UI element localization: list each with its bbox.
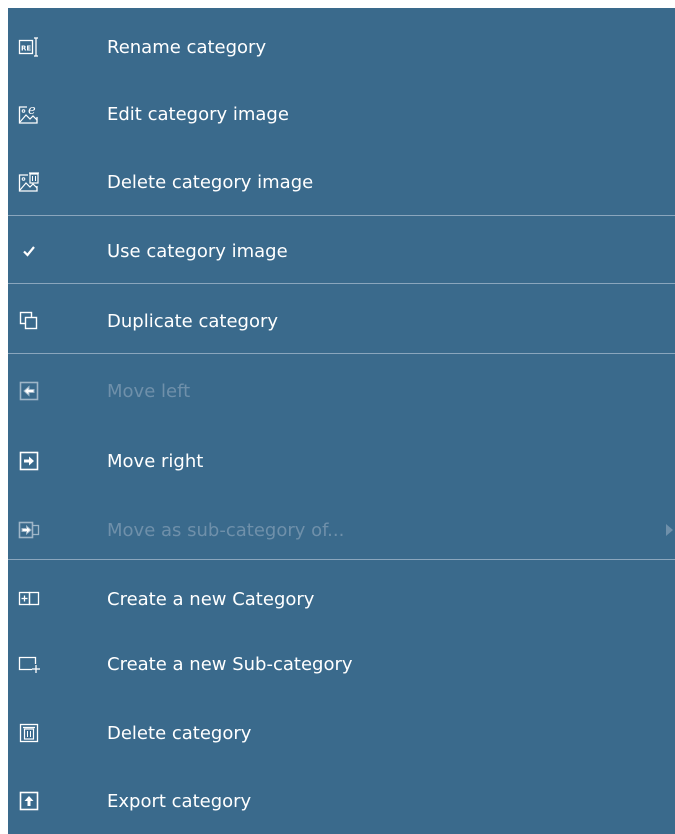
rename-icon: RE: [18, 36, 40, 58]
menu-item-label: Move right: [107, 450, 204, 472]
menu-item-move-left[interactable]: Move left: [8, 360, 675, 422]
menu-separator: [8, 215, 675, 216]
menu-item-label: Use category image: [107, 240, 288, 262]
menu-separator: [8, 353, 675, 354]
move-left-icon: [18, 380, 40, 402]
menu-item-use-category-image[interactable]: Use category image: [8, 220, 675, 282]
submenu-arrow-icon: [666, 524, 673, 536]
context-menu: RE Rename category e Edit category image: [8, 8, 675, 834]
menu-item-duplicate-category[interactable]: Duplicate category: [8, 290, 675, 352]
menu-item-create-new-category[interactable]: Create a new Category: [8, 568, 675, 630]
menu-item-label: Rename category: [107, 36, 267, 58]
menu-item-move-as-subcategory[interactable]: Move as sub-category of...: [8, 499, 675, 561]
menu-item-label: Move left: [107, 380, 191, 402]
menu-item-label: Move as sub-category of...: [107, 519, 345, 541]
menu-item-label: Create a new Category: [107, 588, 315, 610]
menu-item-label: Edit category image: [107, 103, 289, 125]
menu-item-delete-category[interactable]: Delete category: [8, 702, 675, 764]
export-icon: [18, 790, 40, 812]
new-subcategory-icon: [18, 653, 40, 675]
move-subcategory-icon: [18, 519, 40, 541]
svg-text:e: e: [28, 103, 36, 118]
menu-separator: [8, 283, 675, 284]
menu-item-create-new-subcategory[interactable]: Create a new Sub-category: [8, 633, 675, 695]
delete-category-icon: [18, 722, 40, 744]
move-right-icon: [18, 450, 40, 472]
menu-item-label: Create a new Sub-category: [107, 653, 353, 675]
menu-item-move-right[interactable]: Move right: [8, 430, 675, 492]
delete-image-icon: [18, 171, 40, 193]
menu-separator: [8, 559, 675, 560]
menu-item-delete-category-image[interactable]: Delete category image: [8, 151, 675, 213]
menu-item-export-category[interactable]: Export category: [8, 770, 675, 832]
duplicate-icon: [18, 310, 40, 332]
menu-item-rename-category[interactable]: RE Rename category: [8, 16, 675, 78]
menu-item-label: Duplicate category: [107, 310, 279, 332]
new-category-icon: [18, 588, 40, 610]
edit-image-icon: e: [18, 103, 40, 125]
checkmark-icon: [18, 240, 40, 262]
menu-item-edit-category-image[interactable]: e Edit category image: [8, 83, 675, 145]
svg-text:RE: RE: [21, 45, 31, 53]
menu-item-label: Delete category image: [107, 171, 314, 193]
menu-item-label: Delete category: [107, 722, 252, 744]
menu-item-label: Export category: [107, 790, 252, 812]
